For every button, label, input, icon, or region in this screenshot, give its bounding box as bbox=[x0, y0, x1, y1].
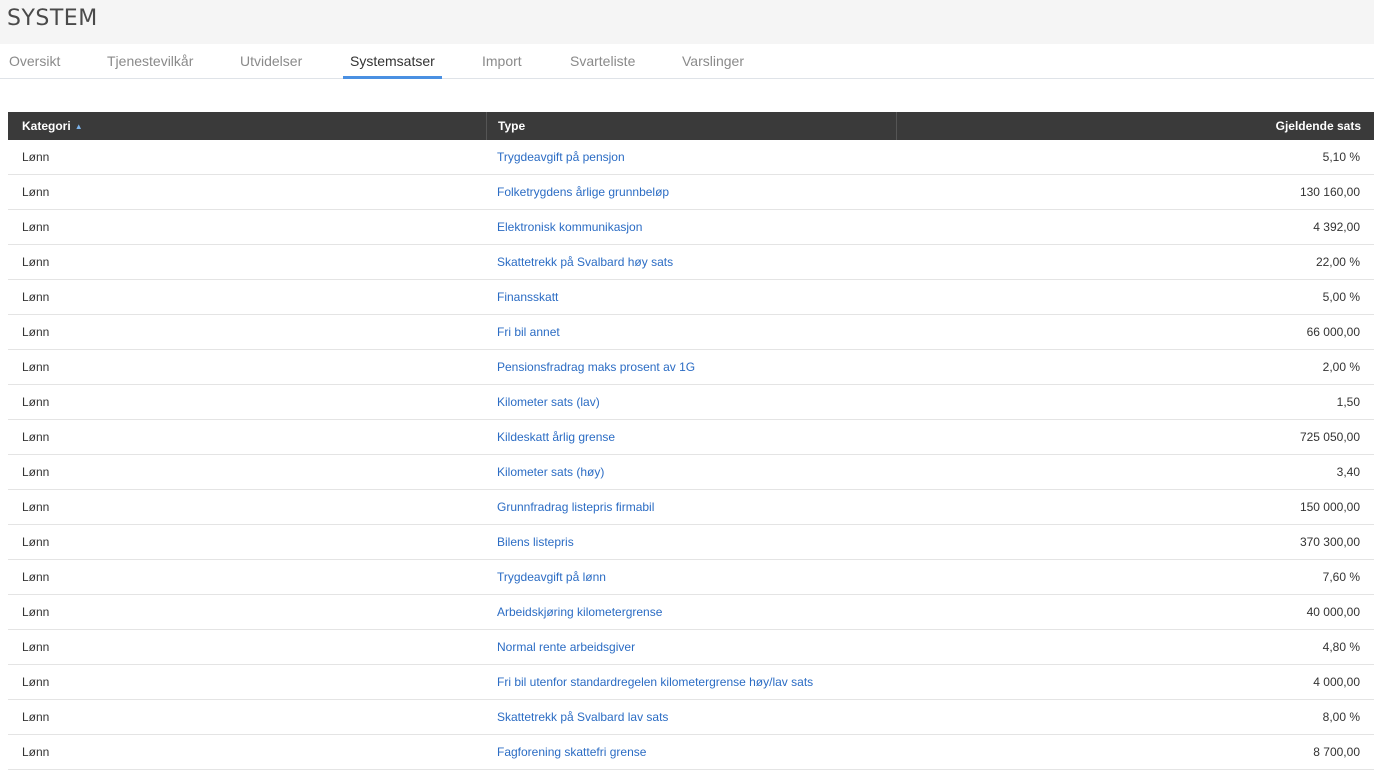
tab-label: Import bbox=[482, 53, 522, 69]
cell-kategori: Lønn bbox=[22, 430, 50, 444]
table-row[interactable]: Lønn Pensionsfradrag maks prosent av 1G 2,… bbox=[8, 350, 1374, 385]
cell-gjeldende-sats: 4,80 % bbox=[1322, 640, 1360, 654]
cell-gjeldende-sats: 7,60 % bbox=[1322, 570, 1360, 584]
tab-label: Tjenestevilkår bbox=[107, 53, 194, 69]
table-row[interactable]: Lønn Fagforening skattefri grense 8 700,00 bbox=[8, 735, 1374, 770]
cell-gjeldende-sats: 150 000,00 bbox=[1299, 500, 1360, 514]
table-row[interactable]: Lønn Kildeskatt årlig grense 725 050,00 bbox=[8, 420, 1374, 455]
cell-gjeldende-sats: 8 700,00 bbox=[1313, 745, 1360, 759]
column-header-kategori[interactable]: Kategori ▲ bbox=[8, 112, 497, 140]
cell-kategori: Lønn bbox=[22, 710, 50, 724]
cell-type-link[interactable]: Fagforening skattefri grense bbox=[497, 735, 646, 769]
cell-kategori: Lønn bbox=[22, 500, 50, 514]
cell-gjeldende-sats: 66 000,00 bbox=[1306, 325, 1360, 339]
cell-kategori: Lønn bbox=[22, 185, 50, 199]
tab-import[interactable]: Import bbox=[475, 44, 529, 76]
table-row[interactable]: Lønn Normal rente arbeidsgiver 4,80 % bbox=[8, 630, 1374, 665]
cell-type-link[interactable]: Folketrygdens årlige grunnbeløp bbox=[497, 175, 669, 209]
column-label: Gjeldende sats bbox=[1275, 119, 1361, 133]
cell-kategori: Lønn bbox=[22, 640, 50, 654]
table-row[interactable]: Lønn Bilens listepris 370 300,00 bbox=[8, 525, 1374, 560]
cell-gjeldende-sats: 22,00 % bbox=[1315, 255, 1360, 269]
table-row[interactable]: Lønn Trygdeavgift på lønn 7,60 % bbox=[8, 560, 1374, 595]
cell-gjeldende-sats: 370 300,00 bbox=[1299, 535, 1360, 549]
tab-label: Utvidelser bbox=[240, 53, 303, 69]
cell-kategori: Lønn bbox=[22, 290, 50, 304]
table-row[interactable]: Lønn Elektronisk kommunikasjon 4 392,00 bbox=[8, 210, 1374, 245]
column-label: Type bbox=[498, 119, 526, 133]
cell-gjeldende-sats: 5,00 % bbox=[1322, 290, 1360, 304]
table-row[interactable]: Lønn Folketrygdens årlige grunnbeløp 130 1… bbox=[8, 175, 1374, 210]
cell-type-link[interactable]: Kilometer sats (høy) bbox=[497, 455, 604, 489]
table-row[interactable]: Lønn Skattetrekk på Svalbard høy sats 22,0… bbox=[8, 245, 1374, 280]
cell-gjeldende-sats: 5,10 % bbox=[1322, 150, 1360, 164]
table-row[interactable]: Lønn Skattetrekk på Svalbard lav sats 8,00… bbox=[8, 700, 1374, 735]
table-row[interactable]: Lønn Kilometer sats (høy) 3,40 bbox=[8, 455, 1374, 490]
tab-svarteliste[interactable]: Svarteliste bbox=[563, 44, 642, 76]
tab-label: Oversikt bbox=[9, 53, 61, 69]
table-row[interactable]: Lønn Kilometer sats (lav) 1,50 bbox=[8, 385, 1374, 420]
cell-type-link[interactable]: Pensionsfradrag maks prosent av 1G bbox=[497, 350, 695, 384]
cell-gjeldende-sats: 2,00 % bbox=[1322, 360, 1360, 374]
cell-gjeldende-sats: 130 160,00 bbox=[1299, 185, 1360, 199]
cell-type-link[interactable]: Fri bil annet bbox=[497, 315, 560, 349]
cell-type-link[interactable]: Skattetrekk på Svalbard høy sats bbox=[497, 245, 673, 279]
cell-kategori: Lønn bbox=[22, 535, 50, 549]
cell-type-link[interactable]: Fri bil utenfor standardregelen kilomete… bbox=[497, 665, 813, 699]
cell-kategori: Lønn bbox=[22, 255, 50, 269]
table-row[interactable]: Lønn Fri bil annet 66 000,00 bbox=[8, 315, 1374, 350]
cell-kategori: Lønn bbox=[22, 570, 50, 584]
cell-kategori: Lønn bbox=[22, 395, 50, 409]
cell-kategori: Lønn bbox=[22, 465, 50, 479]
cell-type-link[interactable]: Bilens listepris bbox=[497, 525, 574, 559]
cell-type-link[interactable]: Kildeskatt årlig grense bbox=[497, 420, 615, 454]
tab-systemsatser[interactable]: Systemsatser bbox=[343, 44, 442, 79]
cell-type-link[interactable]: Grunnfradrag listepris firmabil bbox=[497, 490, 654, 524]
tab-oversikt[interactable]: Oversikt bbox=[2, 44, 67, 76]
cell-gjeldende-sats: 1,50 bbox=[1336, 395, 1360, 409]
cell-gjeldende-sats: 725 050,00 bbox=[1299, 430, 1360, 444]
cell-gjeldende-sats: 4 392,00 bbox=[1313, 220, 1360, 234]
cell-kategori: Lønn bbox=[22, 220, 50, 234]
table-row[interactable]: Lønn Finansskatt 5,00 % bbox=[8, 280, 1374, 315]
cell-type-link[interactable]: Normal rente arbeidsgiver bbox=[497, 630, 635, 664]
tab-bar: Oversikt Tjenestevilkår Utvidelser Syste… bbox=[0, 44, 1374, 79]
cell-gjeldende-sats: 4 000,00 bbox=[1313, 675, 1360, 689]
tab-tjenestevilkar[interactable]: Tjenestevilkår bbox=[100, 44, 200, 76]
cell-type-link[interactable]: Arbeidskjøring kilometergrense bbox=[497, 595, 662, 629]
tab-label: Varslinger bbox=[682, 53, 744, 69]
column-label: Kategori bbox=[22, 119, 71, 133]
sort-ascending-icon: ▲ bbox=[74, 122, 83, 131]
table-row[interactable]: Lønn Grunnfradrag listepris firmabil 150 0… bbox=[8, 490, 1374, 525]
cell-type-link[interactable]: Trygdeavgift på pensjon bbox=[497, 140, 625, 174]
table-body: Lønn Trygdeavgift på pensjon 5,10 % Lønn Fol… bbox=[8, 140, 1374, 770]
cell-kategori: Lønn bbox=[22, 745, 50, 759]
tab-varslinger[interactable]: Varslinger bbox=[675, 44, 751, 76]
table-row[interactable]: Lønn Trygdeavgift på pensjon 5,10 % bbox=[8, 140, 1374, 175]
header-band bbox=[0, 0, 1374, 44]
cell-type-link[interactable]: Skattetrekk på Svalbard lav sats bbox=[497, 700, 668, 734]
system-rates-table: Kategori ▲ Type Gjeldende sats Lønn Trygde… bbox=[8, 112, 1374, 770]
column-header-type[interactable]: Type bbox=[486, 112, 908, 140]
page-title: SYSTEM bbox=[7, 6, 98, 31]
cell-kategori: Lønn bbox=[22, 360, 50, 374]
cell-gjeldende-sats: 3,40 bbox=[1336, 465, 1360, 479]
cell-type-link[interactable]: Finansskatt bbox=[497, 280, 558, 314]
table-row[interactable]: Lønn Fri bil utenfor standardregelen kilo… bbox=[8, 665, 1374, 700]
cell-kategori: Lønn bbox=[22, 325, 50, 339]
cell-kategori: Lønn bbox=[22, 675, 50, 689]
tab-label: Systemsatser bbox=[350, 53, 435, 69]
table-header: Kategori ▲ Type Gjeldende sats bbox=[8, 112, 1374, 140]
cell-kategori: Lønn bbox=[22, 605, 50, 619]
tab-label: Svarteliste bbox=[570, 53, 636, 69]
table-row[interactable]: Lønn Arbeidskjøring kilometergrense 40 000… bbox=[8, 595, 1374, 630]
tab-utvidelser[interactable]: Utvidelser bbox=[233, 44, 309, 76]
cell-type-link[interactable]: Elektronisk kommunikasjon bbox=[497, 210, 642, 244]
cell-kategori: Lønn bbox=[22, 150, 50, 164]
column-header-gjeldende-sats[interactable]: Gjeldende sats bbox=[896, 112, 1374, 140]
cell-gjeldende-sats: 8,00 % bbox=[1322, 710, 1360, 724]
cell-gjeldende-sats: 40 000,00 bbox=[1306, 605, 1360, 619]
cell-type-link[interactable]: Kilometer sats (lav) bbox=[497, 385, 600, 419]
cell-type-link[interactable]: Trygdeavgift på lønn bbox=[497, 560, 606, 594]
